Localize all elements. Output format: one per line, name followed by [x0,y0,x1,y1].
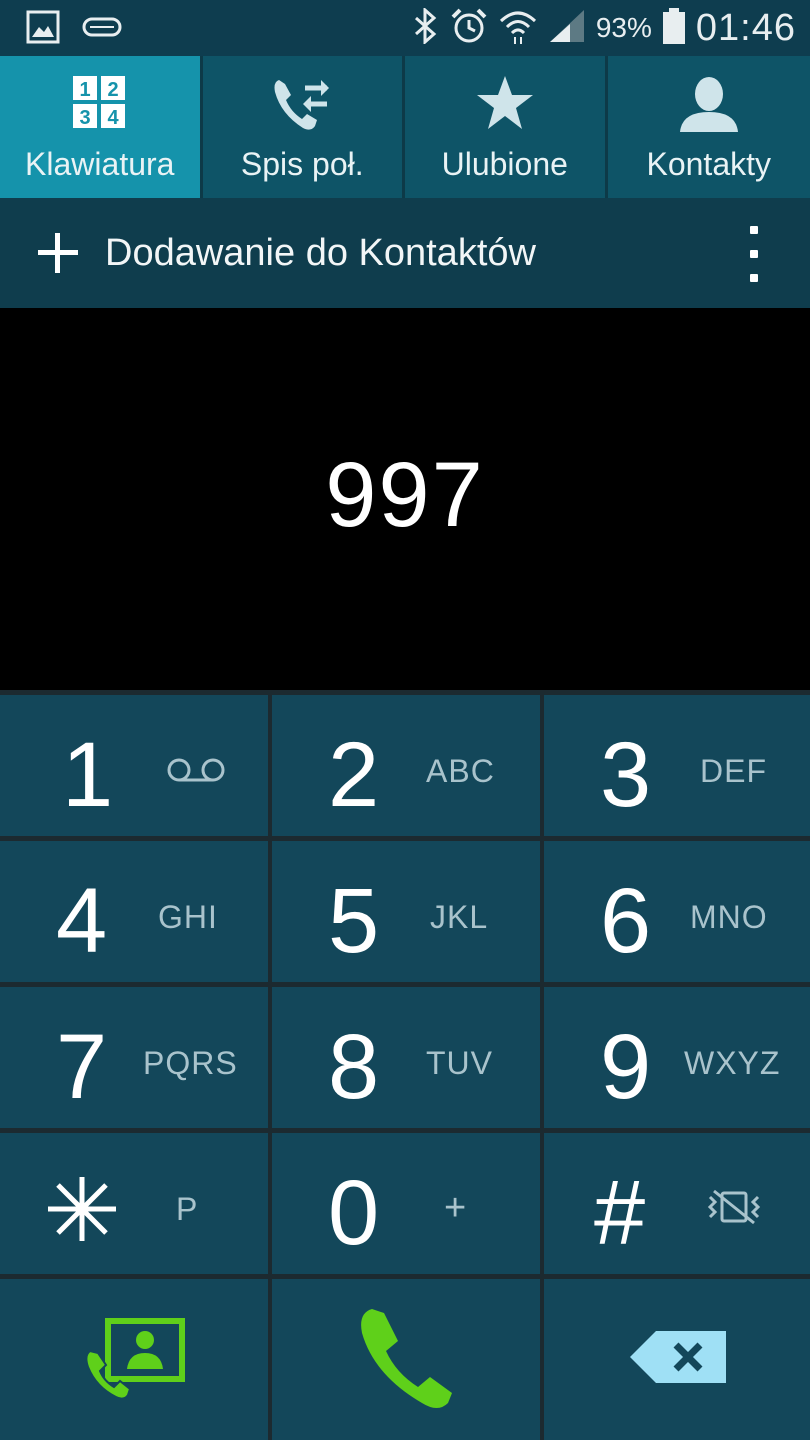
tab-label: Spis poł. [240,146,364,182]
call-log-icon [271,74,333,138]
keypad-icon: 1 2 3 4 [71,74,129,138]
key-8[interactable]: 8 TUV [272,987,540,1128]
key-digit: 7 [56,1016,108,1118]
tab-contacts[interactable]: Kontakty [607,56,810,198]
key-6[interactable]: 6 MNO [544,841,810,982]
device-icon [82,15,122,44]
backspace-button[interactable] [544,1279,810,1440]
key-letters: PQRS [143,1045,238,1081]
alarm-icon [450,7,488,50]
key-digit: 4 [56,870,108,972]
add-to-contacts-label: Dodawanie do Kontaktów [105,232,536,274]
key-letters: ABC [426,753,495,789]
tab-bar: 1 2 3 4 Klawiatura Spis poł. Ulubione Ko… [0,56,810,198]
overflow-menu-icon[interactable] [744,226,764,282]
plus-icon [36,231,80,275]
key-star[interactable]: P [0,1133,268,1274]
key-7[interactable]: 7 PQRS [0,987,268,1128]
svg-text:1: 1 [79,79,90,101]
tab-favorites[interactable]: Ulubione [405,56,608,198]
keypad: 1 2 ABC 3 DEF 4 GHI 5 JKL 6 MNO 7 PQRS 8… [0,690,810,1440]
key-digit: 9 [600,1016,652,1118]
voicemail-icon [166,757,226,788]
key-4[interactable]: 4 GHI [0,841,268,982]
gallery-icon [26,10,60,49]
key-digit: 0 [328,1162,380,1264]
wifi-icon [498,7,538,50]
key-hash[interactable]: # [544,1133,810,1274]
call-icon [356,1303,456,1418]
contact-call-icon [84,1315,186,1406]
key-letters: WXYZ [684,1045,781,1081]
key-0[interactable]: 0 + [272,1133,540,1274]
bluetooth-icon [412,6,440,49]
dialed-number[interactable]: 997 [0,443,810,548]
key-letters: + [444,1187,468,1229]
key-9[interactable]: 9 WXYZ [544,987,810,1128]
key-digit: 1 [62,724,114,826]
key-letters: DEF [700,753,767,789]
key-letters: MNO [690,899,768,935]
status-bar: 93% 01:46 [0,0,810,56]
tab-call-log[interactable]: Spis poł. [202,56,405,198]
tab-label: Ulubione [441,146,568,182]
key-digit: # [594,1162,646,1264]
backspace-icon [628,1329,728,1390]
tab-label: Kontakty [646,146,771,182]
clock: 01:46 [695,6,796,49]
key-letters: P [176,1191,199,1227]
key-digit: 3 [600,724,652,826]
key-5[interactable]: 5 JKL [272,841,540,982]
number-display: 997 [0,308,810,690]
svg-text:4: 4 [107,107,119,129]
battery-percent: 93% [595,12,652,43]
vibrate-off-icon [706,1187,762,1232]
key-digit: 5 [328,870,380,972]
key-digit: 6 [600,870,652,972]
key-letters: TUV [426,1045,493,1081]
asterisk-icon [44,1173,120,1250]
key-1[interactable]: 1 [0,695,268,836]
tab-keypad[interactable]: 1 2 3 4 Klawiatura [0,56,203,198]
key-letters: JKL [430,899,489,935]
tab-label: Klawiatura [25,146,175,182]
svg-text:2: 2 [107,79,118,101]
contact-call-button[interactable] [0,1279,268,1440]
key-letters: GHI [158,899,218,935]
call-button[interactable] [272,1279,540,1440]
key-2[interactable]: 2 ABC [272,695,540,836]
svg-text:3: 3 [79,107,90,129]
key-digit: 8 [328,1016,380,1118]
battery-icon [662,7,686,50]
star-icon [475,74,535,138]
signal-icon [548,8,586,49]
contact-icon [678,74,740,138]
key-3[interactable]: 3 DEF [544,695,810,836]
key-digit: 2 [328,724,380,826]
action-bar: Dodawanie do Kontaktów [0,198,810,308]
